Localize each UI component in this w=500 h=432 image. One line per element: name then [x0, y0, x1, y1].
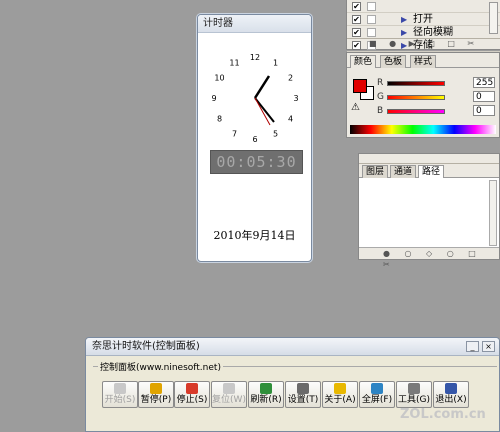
blue-slider[interactable]: B 0 [377, 105, 499, 118]
button-label: 暂停(P) [140, 395, 172, 405]
clock-numeral: 8 [217, 115, 222, 124]
button-label: 开始(S) [104, 395, 136, 405]
timer-window: 计时器 12 1 2 3 4 5 6 7 8 9 10 11 00:05:30 2010年9月14日 [197, 14, 312, 262]
button-label: 设置(T) [287, 395, 319, 405]
minimize-button[interactable]: _ [466, 341, 479, 352]
exit-icon [445, 383, 457, 394]
hour-hand [253, 75, 271, 99]
tab-bar: 图层 通道 路径 [359, 164, 499, 178]
button-label: 退出(X) [435, 395, 467, 405]
digital-display: 00:05:30 [210, 150, 303, 174]
button-label: 工具(G) [398, 395, 430, 405]
close-button[interactable]: × [482, 341, 495, 352]
clock-numeral: 11 [229, 59, 239, 68]
play-button[interactable]: 开始(S) [102, 381, 138, 408]
slider-track[interactable] [387, 109, 445, 114]
clock-numeral: 10 [214, 74, 224, 83]
paths-panel: 图层 通道 路径 ● ○ ◇ ○ □ ✂ [358, 153, 500, 269]
wrench-icon [408, 383, 420, 394]
refresh-button[interactable]: 刷新(R) [248, 381, 284, 408]
button-label: 关于(A) [324, 395, 356, 405]
channel-label: G [377, 92, 384, 102]
foreground-color-swatch[interactable] [353, 79, 367, 93]
slider-track[interactable] [387, 95, 445, 100]
tab-paths[interactable]: 路径 [418, 165, 445, 178]
clock-numeral: 7 [232, 130, 237, 139]
list-item[interactable]: ✔ [347, 0, 500, 13]
button-label: 全屏(F) [361, 395, 393, 405]
channel-label: B [377, 106, 384, 116]
second-hand [254, 97, 271, 126]
refresh-icon [260, 383, 272, 394]
tools-icon [297, 383, 309, 394]
tab-layers[interactable]: 图层 [362, 165, 389, 178]
exit-button[interactable]: 退出(X) [433, 381, 469, 408]
tab-bar: 颜色 色板 样式 [347, 53, 499, 68]
pause-icon [150, 383, 162, 394]
scrollbar[interactable] [489, 2, 498, 34]
checkbox[interactable]: ✔ [352, 2, 361, 11]
fullscreen-icon [371, 383, 383, 394]
watermark: ZOL.com.cn [400, 407, 486, 422]
clock-numeral: 1 [273, 59, 278, 68]
clock-numeral: 5 [273, 130, 278, 139]
actions-toolbar[interactable]: ■ ● ▶ □ □ ✂ [347, 38, 500, 49]
clock-numeral: 3 [293, 94, 298, 103]
red-slider[interactable]: R 255 [377, 77, 499, 90]
toggle-box[interactable] [367, 2, 376, 11]
expand-arrow-icon[interactable]: ▶ [401, 13, 407, 26]
checkbox[interactable]: ✔ [352, 15, 361, 24]
play-icon [114, 383, 126, 394]
panel-header[interactable] [359, 154, 499, 164]
stop-icon [186, 383, 198, 394]
channel-label: R [377, 78, 384, 88]
channel-value-input[interactable]: 0 [473, 105, 495, 116]
action-label: 打开 [413, 14, 433, 25]
help-button[interactable]: 关于(A) [322, 381, 358, 408]
reset-button[interactable]: 复位(W) [211, 381, 247, 408]
channel-value-input[interactable]: 0 [473, 91, 495, 102]
button-label: 停止(S) [176, 395, 208, 405]
slider-track[interactable] [387, 81, 445, 86]
channel-value-input[interactable]: 255 [473, 77, 495, 88]
scrollbar[interactable] [489, 180, 497, 246]
pause-button[interactable]: 暂停(P) [138, 381, 174, 408]
clock-numeral: 9 [211, 94, 216, 103]
clock-numeral: 6 [252, 135, 257, 144]
color-spectrum[interactable] [350, 125, 496, 134]
button-label: 复位(W) [212, 395, 246, 405]
color-panel: 颜色 色板 样式 ⚠ R 255 G 0 B 0 [346, 52, 500, 138]
tab-channels[interactable]: 通道 [390, 165, 417, 178]
wrench-button[interactable]: 工具(G) [396, 381, 432, 408]
button-label: 刷新(R) [250, 395, 282, 405]
tools-button[interactable]: 设置(T) [285, 381, 321, 408]
fullscreen-button[interactable]: 全屏(F) [359, 381, 395, 408]
tab-styles[interactable]: 样式 [410, 55, 437, 68]
reset-icon [223, 383, 235, 394]
warning-icon: ⚠ [351, 102, 360, 113]
toggle-box[interactable] [367, 28, 376, 37]
clock-numeral: 2 [288, 74, 293, 83]
actions-panel: ✔ ✔ ▶ 打开 ✔ ▶ 径向模糊 ✔ ▶ 存储 ■ ● ▶ □ □ ✂ [346, 0, 500, 52]
title-text: 奈思计时软件(控制面板) [92, 341, 200, 352]
date-label: 2010年9月14日 [213, 229, 296, 242]
minute-hand [254, 97, 275, 123]
list-item[interactable]: ✔ ▶ 打开 [347, 13, 500, 26]
tab-swatches[interactable]: 色板 [380, 55, 407, 68]
green-slider[interactable]: G 0 [377, 91, 499, 104]
window-title[interactable]: 奈思计时软件(控制面板) _ × [86, 338, 499, 356]
group-label: 控制面板(www.ninesoft.net) [98, 360, 223, 373]
help-icon [334, 383, 346, 394]
tab-color[interactable]: 颜色 [350, 55, 377, 68]
toggle-box[interactable] [367, 15, 376, 24]
paths-toolbar[interactable]: ● ○ ◇ ○ □ ✂ [359, 247, 499, 269]
stop-button[interactable]: 停止(S) [174, 381, 210, 408]
clock-numeral: 4 [288, 115, 293, 124]
analog-clock: 121234567891011 [211, 53, 298, 144]
clock-numeral: 12 [250, 53, 260, 62]
window-title[interactable]: 计时器 [198, 15, 311, 33]
checkbox[interactable]: ✔ [352, 28, 361, 37]
